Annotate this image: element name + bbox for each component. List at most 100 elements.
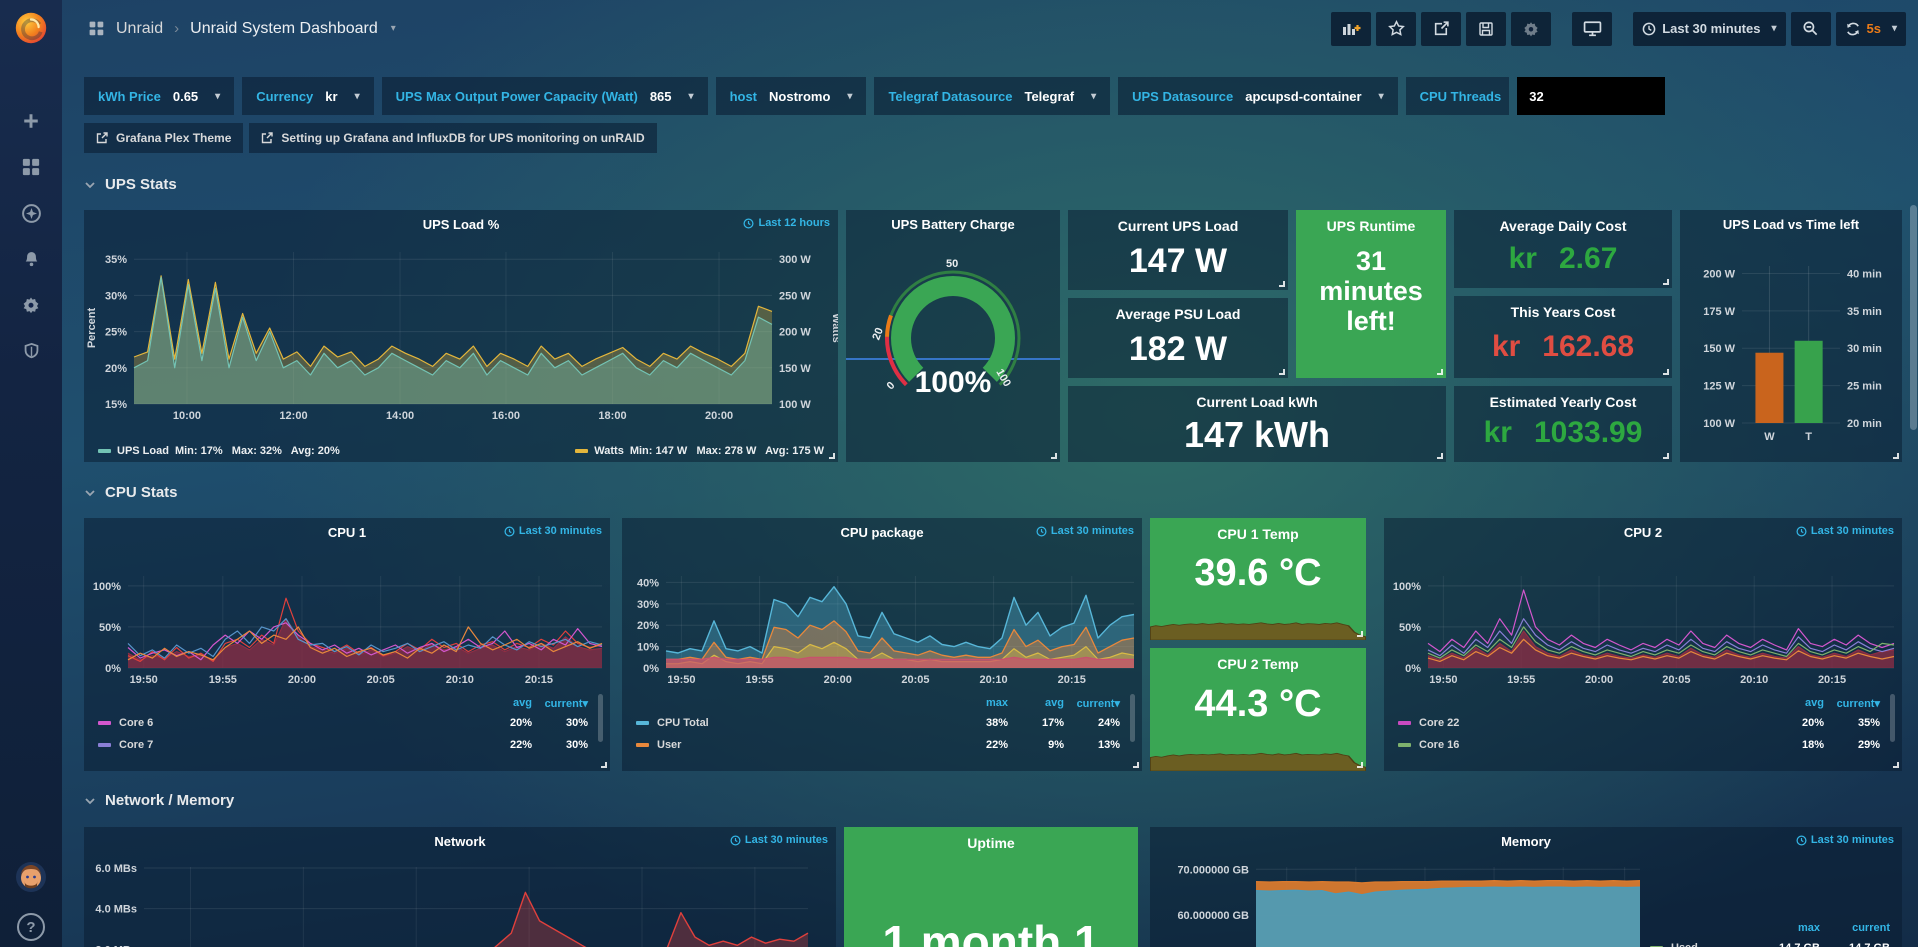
add-panel-button[interactable] [1331,12,1371,46]
panel-ups-load: UPS Load % Last 12 hours 10:0012:0014:00… [84,210,838,462]
panel-resize-handle[interactable] [829,453,835,459]
svg-text:0%: 0% [1405,663,1421,675]
page-scrollbar[interactable] [1909,60,1918,947]
legend-swatch [636,721,649,725]
panel-resize-handle[interactable] [1357,762,1363,768]
create-icon[interactable] [0,98,62,144]
panel-time-badge[interactable]: Last 30 minutes [504,525,602,537]
panel-resize-handle[interactable] [1437,453,1443,459]
panel-resize-handle[interactable] [1133,762,1139,768]
memory-chart[interactable]: 50.000000 GB60.000000 GB70.000000 GB [1150,853,1670,947]
legend-swatch [636,743,649,747]
chart-legend-table: avg current▾ Core 6 20% 30% Core 7 22% 3… [98,694,588,756]
link-ups-monitoring-guide[interactable]: Setting up Grafana and InfluxDB for UPS … [249,123,656,153]
legend-row: Core 7 22% 30% [98,734,588,756]
panel-resize-handle[interactable] [1437,369,1443,375]
panel-resize-handle[interactable] [1893,453,1899,459]
settings-gear-button[interactable] [1511,12,1551,46]
dashboards-icon[interactable] [0,144,62,190]
panel-resize-handle[interactable] [1663,369,1669,375]
breadcrumb[interactable]: Unraid › Unraid System Dashboard ▾ [88,20,396,38]
panel-resize-handle[interactable] [1357,631,1363,637]
section-network-memory[interactable]: Network / Memory [84,792,234,809]
panel-title[interactable]: UPS Load vs Time left [1680,217,1902,232]
legend-scrollbar[interactable] [598,694,603,742]
cpu1-chart[interactable]: 19:5019:5520:0020:0520:1020:150%50%100% [84,570,610,688]
legend-row: CPU Total 38% 17% 24% [636,712,1120,734]
cycle-view-monitor-button[interactable] [1572,12,1612,46]
battery-gauge[interactable]: 0 20 50 100 100% [858,250,1048,400]
svg-text:W: W [1764,431,1775,443]
breadcrumb-app[interactable]: Unraid [116,20,163,38]
link-grafana-plex-theme[interactable]: Grafana Plex Theme [84,123,243,153]
svg-text:100 W: 100 W [1703,418,1735,430]
variable-currency[interactable]: Currency kr ▾ [242,77,373,115]
variable-host[interactable]: host Nostromo ▾ [716,77,867,115]
svg-text:20:00: 20:00 [824,674,852,686]
panel-ups-runtime: UPS Runtime 31 minutes left! [1296,210,1446,378]
legend-item[interactable]: UPS Load Min: 17% Max: 32% Avg: 20% [98,445,340,457]
panel-resize-handle[interactable] [1279,281,1285,287]
panel-title[interactable]: Memory [1150,834,1902,849]
panel-title[interactable]: UPS Load % [84,217,838,232]
panel-current-load-kwh: Current Load kWh 147 kWh [1068,386,1446,462]
cpu-package-chart[interactable]: 19:5019:5520:0020:0520:1020:150%10%20%30… [622,570,1142,688]
help-icon[interactable]: ? [17,913,45,941]
variable-ups-max-output[interactable]: UPS Max Output Power Capacity (Watt) 865… [382,77,708,115]
star-button[interactable] [1376,12,1416,46]
variable-telegraf-datasource[interactable]: Telegraf Datasource Telegraf ▾ [874,77,1110,115]
chevron-down-icon [84,179,96,191]
panel-title[interactable]: UPS Battery Charge [846,217,1060,232]
svg-text:18:00: 18:00 [598,410,626,422]
share-button[interactable] [1421,12,1461,46]
chevron-down-icon: ▾ [689,91,694,102]
legend-item[interactable]: Watts Min: 147 W Max: 278 W Avg: 175 W [575,445,824,457]
legend-scrollbar[interactable] [1890,694,1895,742]
zoom-out-button[interactable] [1791,12,1831,46]
panel-time-badge[interactable]: Last 30 minutes [730,834,828,846]
svg-text:150 W: 150 W [1703,343,1735,355]
panel-resize-handle[interactable] [1279,369,1285,375]
grafana-logo-icon[interactable] [0,0,62,56]
refresh-interval-label: 5s [1867,21,1881,36]
cpu2-chart[interactable]: 19:5019:5520:0020:0520:1020:150%50%100% [1384,570,1902,688]
svg-text:19:50: 19:50 [130,674,158,686]
panel-time-badge[interactable]: Last 30 minutes [1036,525,1134,537]
svg-text:0%: 0% [105,663,121,675]
server-admin-shield-icon[interactable] [0,328,62,374]
svg-text:40 min: 40 min [1847,268,1882,280]
explore-icon[interactable] [0,190,62,236]
alerting-bell-icon[interactable] [0,236,62,282]
legend-scrollbar[interactable] [1130,694,1135,742]
variable-kwh-price[interactable]: kWh Price 0.65 ▾ [84,77,234,115]
panel-time-badge[interactable]: Last 30 minutes [1796,834,1894,846]
panel-title[interactable]: Network [84,834,836,849]
panel-time-badge[interactable]: Last 12 hours [743,217,830,229]
section-cpu-stats[interactable]: CPU Stats [84,484,178,501]
panel-resize-handle[interactable] [601,762,607,768]
panel-resize-handle[interactable] [1051,453,1057,459]
ups-bars-chart[interactable]: 100 W125 W150 W175 W200 W20 min25 min30 … [1680,240,1902,448]
panel-resize-handle[interactable] [1893,762,1899,768]
svg-text:60.000000 GB: 60.000000 GB [1177,910,1249,922]
configuration-gear-icon[interactable] [0,282,62,328]
panel-resize-handle[interactable] [1663,279,1669,285]
user-avatar[interactable] [16,862,46,897]
panel-memory: Memory Last 30 minutes 50.000000 GB60.00… [1150,827,1902,947]
ups-load-chart[interactable]: 10:0012:0014:0016:0018:0020:0015%20%25%3… [84,240,838,424]
save-button[interactable] [1466,12,1506,46]
dashboard-title[interactable]: Unraid System Dashboard [190,20,378,38]
panel-resize-handle[interactable] [1663,453,1669,459]
chevron-down-icon[interactable]: ▾ [391,23,396,34]
network-chart[interactable]: 2.0 MBs4.0 MBs6.0 MBs [84,853,836,947]
cpu-threads-input[interactable] [1517,77,1665,115]
time-range-picker[interactable]: Last 30 minutes ▾ [1633,12,1785,46]
section-ups-stats[interactable]: UPS Stats [84,176,177,193]
svg-text:4.0 MBs: 4.0 MBs [95,904,137,916]
refresh-picker[interactable]: 5s ▾ [1836,12,1907,46]
variable-ups-datasource[interactable]: UPS Datasource apcupsd-container ▾ [1118,77,1397,115]
legend-swatch [98,721,111,725]
scrollbar-thumb[interactable] [1910,205,1917,430]
chevron-down-icon: ▾ [355,91,360,102]
panel-time-badge[interactable]: Last 30 minutes [1796,525,1894,537]
